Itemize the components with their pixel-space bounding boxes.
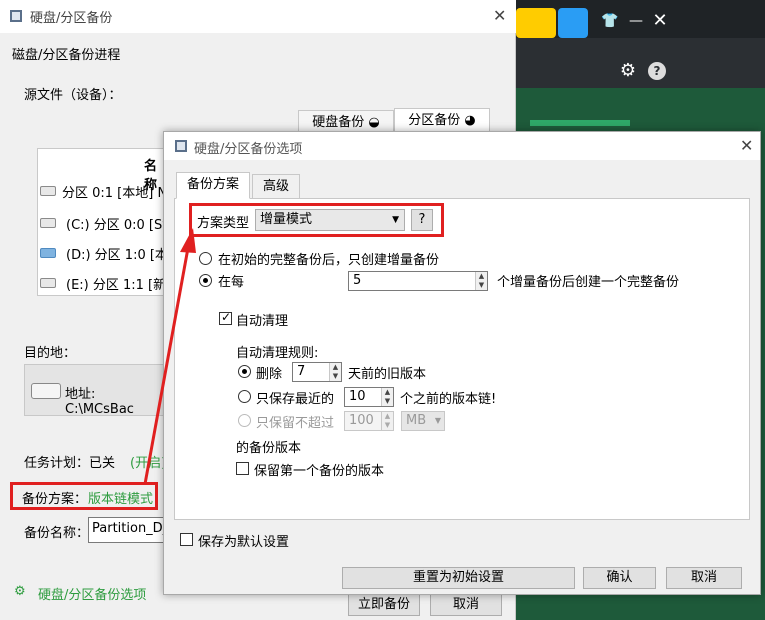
annotation-arrow [143, 228, 196, 485]
